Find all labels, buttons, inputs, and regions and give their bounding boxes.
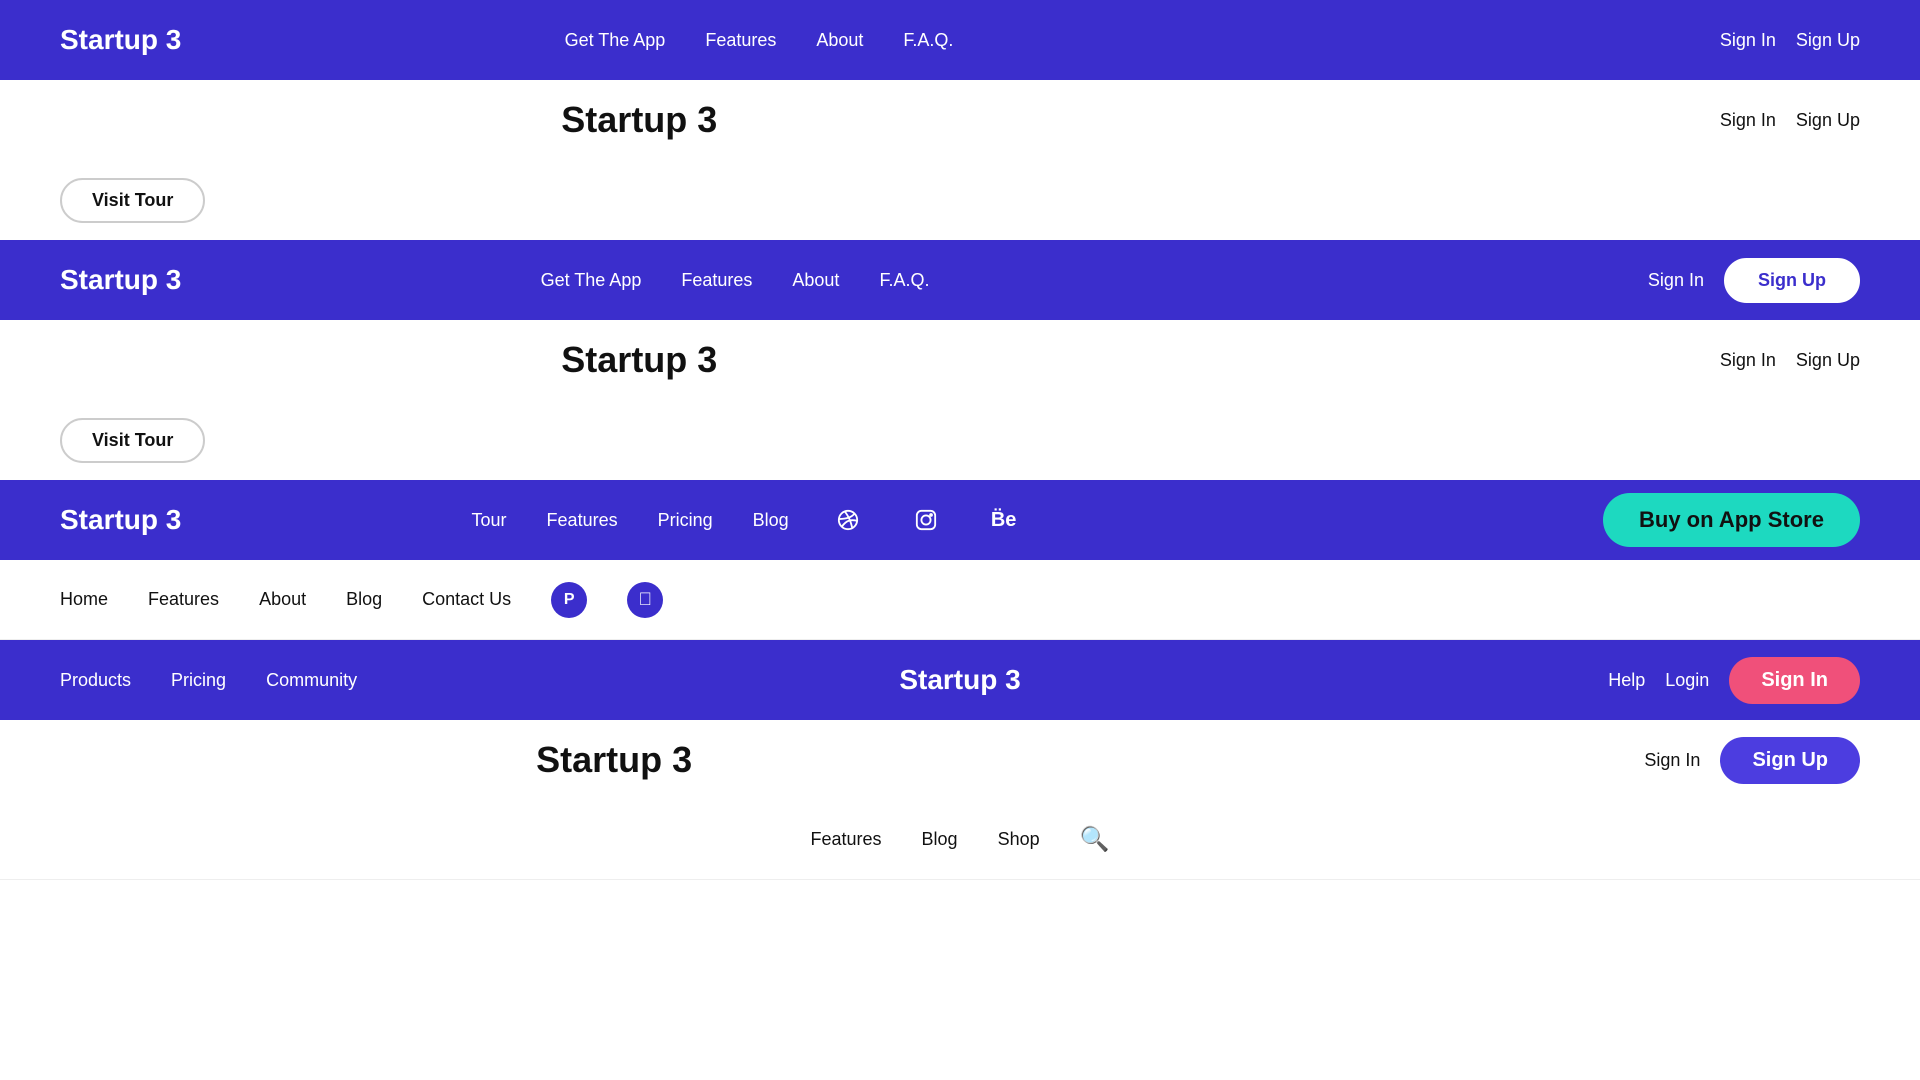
- nav-pricing-5[interactable]: Pricing: [171, 670, 226, 690]
- nav-actions-2: Sign In Sign Up: [1648, 258, 1860, 303]
- sign-in-content-1[interactable]: Sign In: [1720, 110, 1776, 131]
- brand-2: Startup 3: [60, 264, 181, 296]
- navbar-5: Products Pricing Community Startup 3 Hel…: [0, 640, 1920, 720]
- content-title-5: Startup 3: [536, 739, 692, 781]
- partial-navbar-6: Features Blog Shop 🔍: [0, 800, 1920, 880]
- nav-pricing-3[interactable]: Pricing: [658, 510, 713, 530]
- nav-links-2: Get The App Features About F.A.Q.: [541, 270, 930, 291]
- dribbble-icon: [829, 501, 867, 539]
- nav-about-2[interactable]: About: [792, 270, 839, 290]
- navbar-2: Startup 3 Get The App Features About F.A…: [0, 240, 1920, 320]
- sign-in-btn-1[interactable]: Sign In: [1720, 30, 1776, 51]
- nav-blog-4[interactable]: Blog: [346, 589, 382, 609]
- nav-links-3: Tour Features Pricing Blog B̈e: [472, 501, 1023, 539]
- nav-tour-3[interactable]: Tour: [472, 510, 507, 530]
- sign-up-btn-1[interactable]: Sign Up: [1796, 30, 1860, 51]
- nav-home-4[interactable]: Home: [60, 589, 108, 609]
- sign-in-btn-2[interactable]: Sign In: [1648, 270, 1704, 291]
- nav-actions-3: Buy on App Store: [1603, 493, 1860, 547]
- brand-1: Startup 3: [60, 24, 181, 56]
- content-band-5: Startup 3 Sign In Sign Up: [0, 720, 1920, 800]
- sign-up-btn-2[interactable]: Sign Up: [1724, 258, 1860, 303]
- content-actions-3: Sign In Sign Up: [1720, 350, 1860, 371]
- nav-actions-5: Help Login Sign In: [1608, 657, 1860, 704]
- navbar-4: Home Features About Blog Contact Us P : [0, 560, 1920, 640]
- nav-faq-1[interactable]: F.A.Q.: [903, 30, 953, 50]
- nav-blog-3[interactable]: Blog: [753, 510, 789, 530]
- search-icon[interactable]: 🔍: [1080, 826, 1110, 853]
- nav-contact-4[interactable]: Contact Us: [422, 589, 511, 609]
- nav-features-2[interactable]: Features: [681, 270, 752, 290]
- sign-up-content-5[interactable]: Sign Up: [1720, 737, 1860, 784]
- nav-features-6[interactable]: Features: [810, 829, 881, 849]
- apple-icon: : [627, 582, 663, 618]
- nav-products-5[interactable]: Products: [60, 670, 131, 690]
- content-band-3: Startup 3 Sign In Sign Up: [0, 320, 1920, 400]
- nav-links-6: Features Blog Shop 🔍: [810, 825, 1109, 854]
- sign-in-btn-5[interactable]: Sign In: [1729, 657, 1860, 704]
- producthunt-icon: P: [551, 582, 587, 618]
- content-actions-5: Sign In Sign Up: [1644, 737, 1860, 784]
- content-actions-1: Sign In Sign Up: [1720, 110, 1860, 131]
- nav-links-4: Home Features About Blog Contact Us P : [60, 582, 663, 618]
- sign-up-content-3[interactable]: Sign Up: [1796, 350, 1860, 371]
- navbar-3: Startup 3 Tour Features Pricing Blog B̈e…: [0, 480, 1920, 560]
- nav-community-5[interactable]: Community: [266, 670, 357, 690]
- nav-links-1: Get The App Features About F.A.Q.: [565, 30, 954, 51]
- nav-shop-6[interactable]: Shop: [998, 829, 1040, 849]
- nav-get-app-1[interactable]: Get The App: [565, 30, 666, 50]
- sign-up-content-1[interactable]: Sign Up: [1796, 110, 1860, 131]
- brand-4: Startup 3: [899, 664, 1020, 696]
- instagram-icon: [907, 501, 945, 539]
- nav-faq-2[interactable]: F.A.Q.: [879, 270, 929, 290]
- content-band-4: Visit Tour: [0, 400, 1920, 480]
- nav-features-1[interactable]: Features: [705, 30, 776, 50]
- nav-actions-1: Sign In Sign Up: [1720, 30, 1860, 51]
- navbar-1: Startup 3 Get The App Features About F.A…: [0, 0, 1920, 80]
- behance-icon: B̈e: [985, 501, 1023, 539]
- nav-about-1[interactable]: About: [816, 30, 863, 50]
- visit-tour-btn-2[interactable]: Visit Tour: [60, 418, 205, 463]
- nav-get-app-2[interactable]: Get The App: [541, 270, 642, 290]
- nav-features-4[interactable]: Features: [148, 589, 219, 609]
- nav-blog-6[interactable]: Blog: [922, 829, 958, 849]
- nav-features-3[interactable]: Features: [547, 510, 618, 530]
- nav-links-5: Products Pricing Community: [60, 670, 357, 691]
- nav-about-4[interactable]: About: [259, 589, 306, 609]
- content-band-2: Visit Tour: [0, 160, 1920, 240]
- sign-in-content-3[interactable]: Sign In: [1720, 350, 1776, 371]
- brand-3: Startup 3: [60, 504, 181, 536]
- help-btn-5[interactable]: Help: [1608, 670, 1645, 691]
- content-band-1: Startup 3 Sign In Sign Up: [0, 80, 1920, 160]
- visit-tour-btn-1[interactable]: Visit Tour: [60, 178, 205, 223]
- login-btn-5[interactable]: Login: [1665, 670, 1709, 691]
- sign-in-content-5[interactable]: Sign In: [1644, 750, 1700, 771]
- content-title-1: Startup 3: [561, 99, 717, 141]
- buy-app-store-btn[interactable]: Buy on App Store: [1603, 493, 1860, 547]
- content-title-2: Startup 3: [561, 339, 717, 381]
